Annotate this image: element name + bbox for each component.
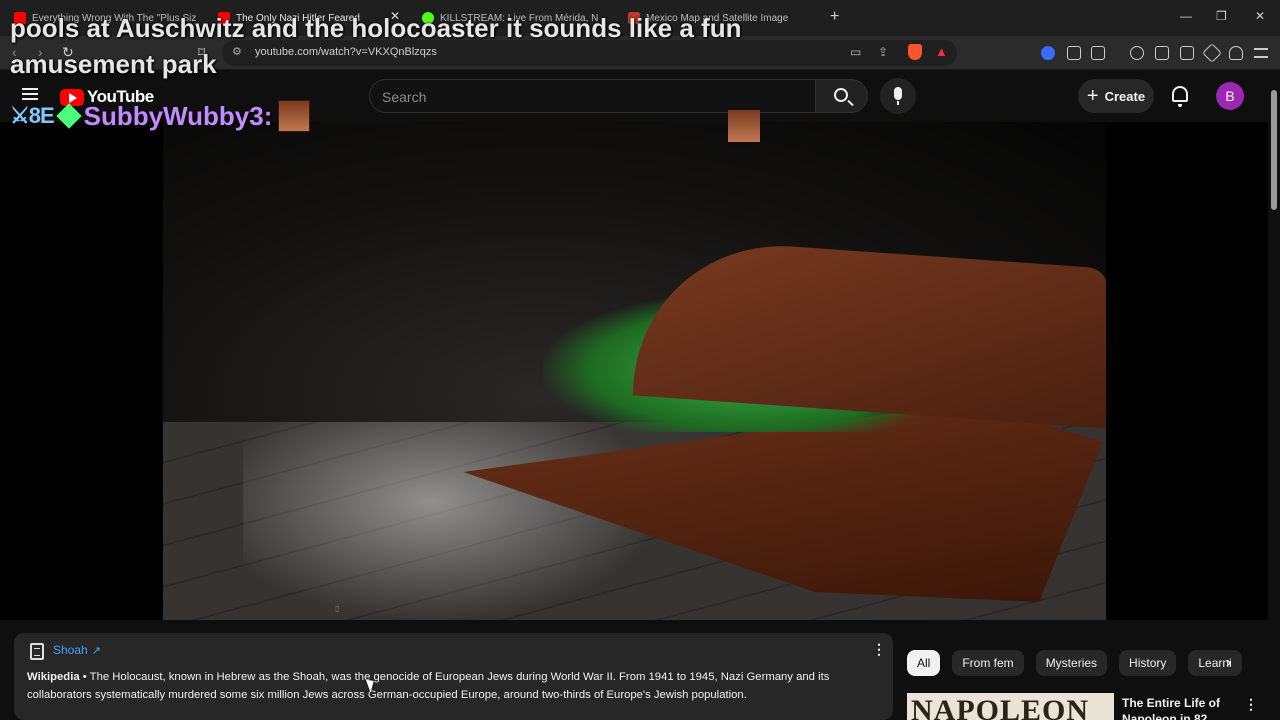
chip-all[interactable]: All (907, 650, 941, 676)
restore-icon[interactable]: ❐ (1216, 9, 1227, 23)
vpn-icon[interactable] (1041, 46, 1055, 60)
extensions-icon[interactable] (1067, 46, 1081, 60)
shield-icon[interactable] (1229, 46, 1243, 60)
external-link-icon: ↗ (91, 645, 101, 657)
chip-history[interactable]: History (1119, 650, 1177, 676)
hamburger-menu-icon[interactable] (22, 88, 38, 100)
wallet-icon[interactable] (1180, 46, 1194, 60)
light-spot (243, 422, 663, 620)
chat-message-line: amusement park (10, 49, 217, 79)
related-video-thumbnail[interactable]: NAPOLEON (907, 693, 1114, 720)
tab-search-icon[interactable] (1091, 46, 1105, 60)
chip-learning[interactable]: Learni (1188, 650, 1242, 676)
sidebar-icon[interactable] (1155, 46, 1169, 60)
chat-username: SubbyWubby3: (83, 100, 273, 131)
search-box (369, 79, 816, 113)
related-video-title[interactable]: The Entire Life of Napoleon in 82 (1122, 695, 1232, 720)
screen: Everything Wrong With The "Plus Siz The … (0, 0, 1280, 720)
chat-user: ⚔8E SubbyWubby3: (10, 100, 311, 132)
media-icon[interactable] (1130, 46, 1144, 60)
info-source: Wikipedia (27, 671, 80, 683)
chip-mysteries[interactable]: Mysteries (1035, 650, 1108, 676)
minimize-icon[interactable]: — (1180, 9, 1192, 23)
info-separator: • (79, 671, 90, 683)
info-body: The Holocaust, known in Hebrew as the Sh… (27, 671, 830, 701)
video-watermark-icon: ▯ (335, 604, 340, 613)
share-icon[interactable]: ⇪ (878, 45, 888, 59)
info-panel-title-link[interactable]: Shoah ↗ (53, 643, 101, 657)
avatar[interactable]: B (1216, 82, 1244, 110)
search-icon (834, 88, 848, 102)
stream-chat-overlay: pools at Auschwitz and the holocoaster i… (10, 10, 741, 82)
new-tab-icon[interactable]: + (830, 8, 839, 26)
brave-shields-icon[interactable] (908, 44, 922, 60)
leo-ai-icon[interactable] (1202, 43, 1222, 63)
scrollbar-thumb[interactable] (1271, 90, 1277, 210)
brave-rewards-icon[interactable]: ▲ (935, 44, 948, 59)
search-input[interactable] (382, 87, 802, 107)
page-scrollbar[interactable] (1268, 70, 1280, 720)
related-filter-chips: All From fem Mysteries History Learni (907, 650, 1247, 676)
info-panel-text: Wikipedia • The Holocaust, known in Hebr… (27, 668, 877, 704)
video-player[interactable]: ▯ (0, 122, 1268, 620)
notifications-bell-icon[interactable] (1172, 86, 1188, 107)
chat-message-line: pools at Auschwitz and the holocoaster i… (10, 13, 742, 43)
info-panel: Shoah ↗ ⋮ Wikipedia • The Holocaust, know… (14, 633, 893, 720)
video-frame: ▯ (163, 122, 1106, 620)
cast-icon[interactable]: ▭ (850, 45, 861, 59)
microphone-icon (894, 87, 902, 105)
leather-bag-top (633, 235, 1106, 429)
chevron-right-icon[interactable]: › (1226, 654, 1231, 672)
search-button[interactable] (816, 79, 868, 113)
menu-icon[interactable] (1254, 48, 1268, 58)
document-icon (30, 643, 44, 660)
close-window-icon[interactable]: ✕ (1255, 9, 1265, 23)
create-label: Create (1104, 88, 1146, 104)
plus-icon: + (1086, 85, 1099, 107)
more-options-icon[interactable]: ⋮ (1244, 696, 1258, 713)
chat-badges: ⚔8E (10, 103, 55, 128)
laughing-emote-icon (278, 100, 311, 132)
info-title-text: Shoah (53, 643, 88, 657)
voice-search-button[interactable] (880, 78, 916, 114)
sparkle-badge-icon (55, 103, 82, 129)
thumbnail-text: NAPOLEON (911, 694, 1090, 720)
laughing-emote-icon (728, 110, 760, 142)
chip-from-fem[interactable]: From fem (952, 650, 1024, 676)
create-button[interactable]: + Create (1078, 79, 1154, 113)
more-options-icon[interactable]: ⋮ (872, 641, 886, 658)
